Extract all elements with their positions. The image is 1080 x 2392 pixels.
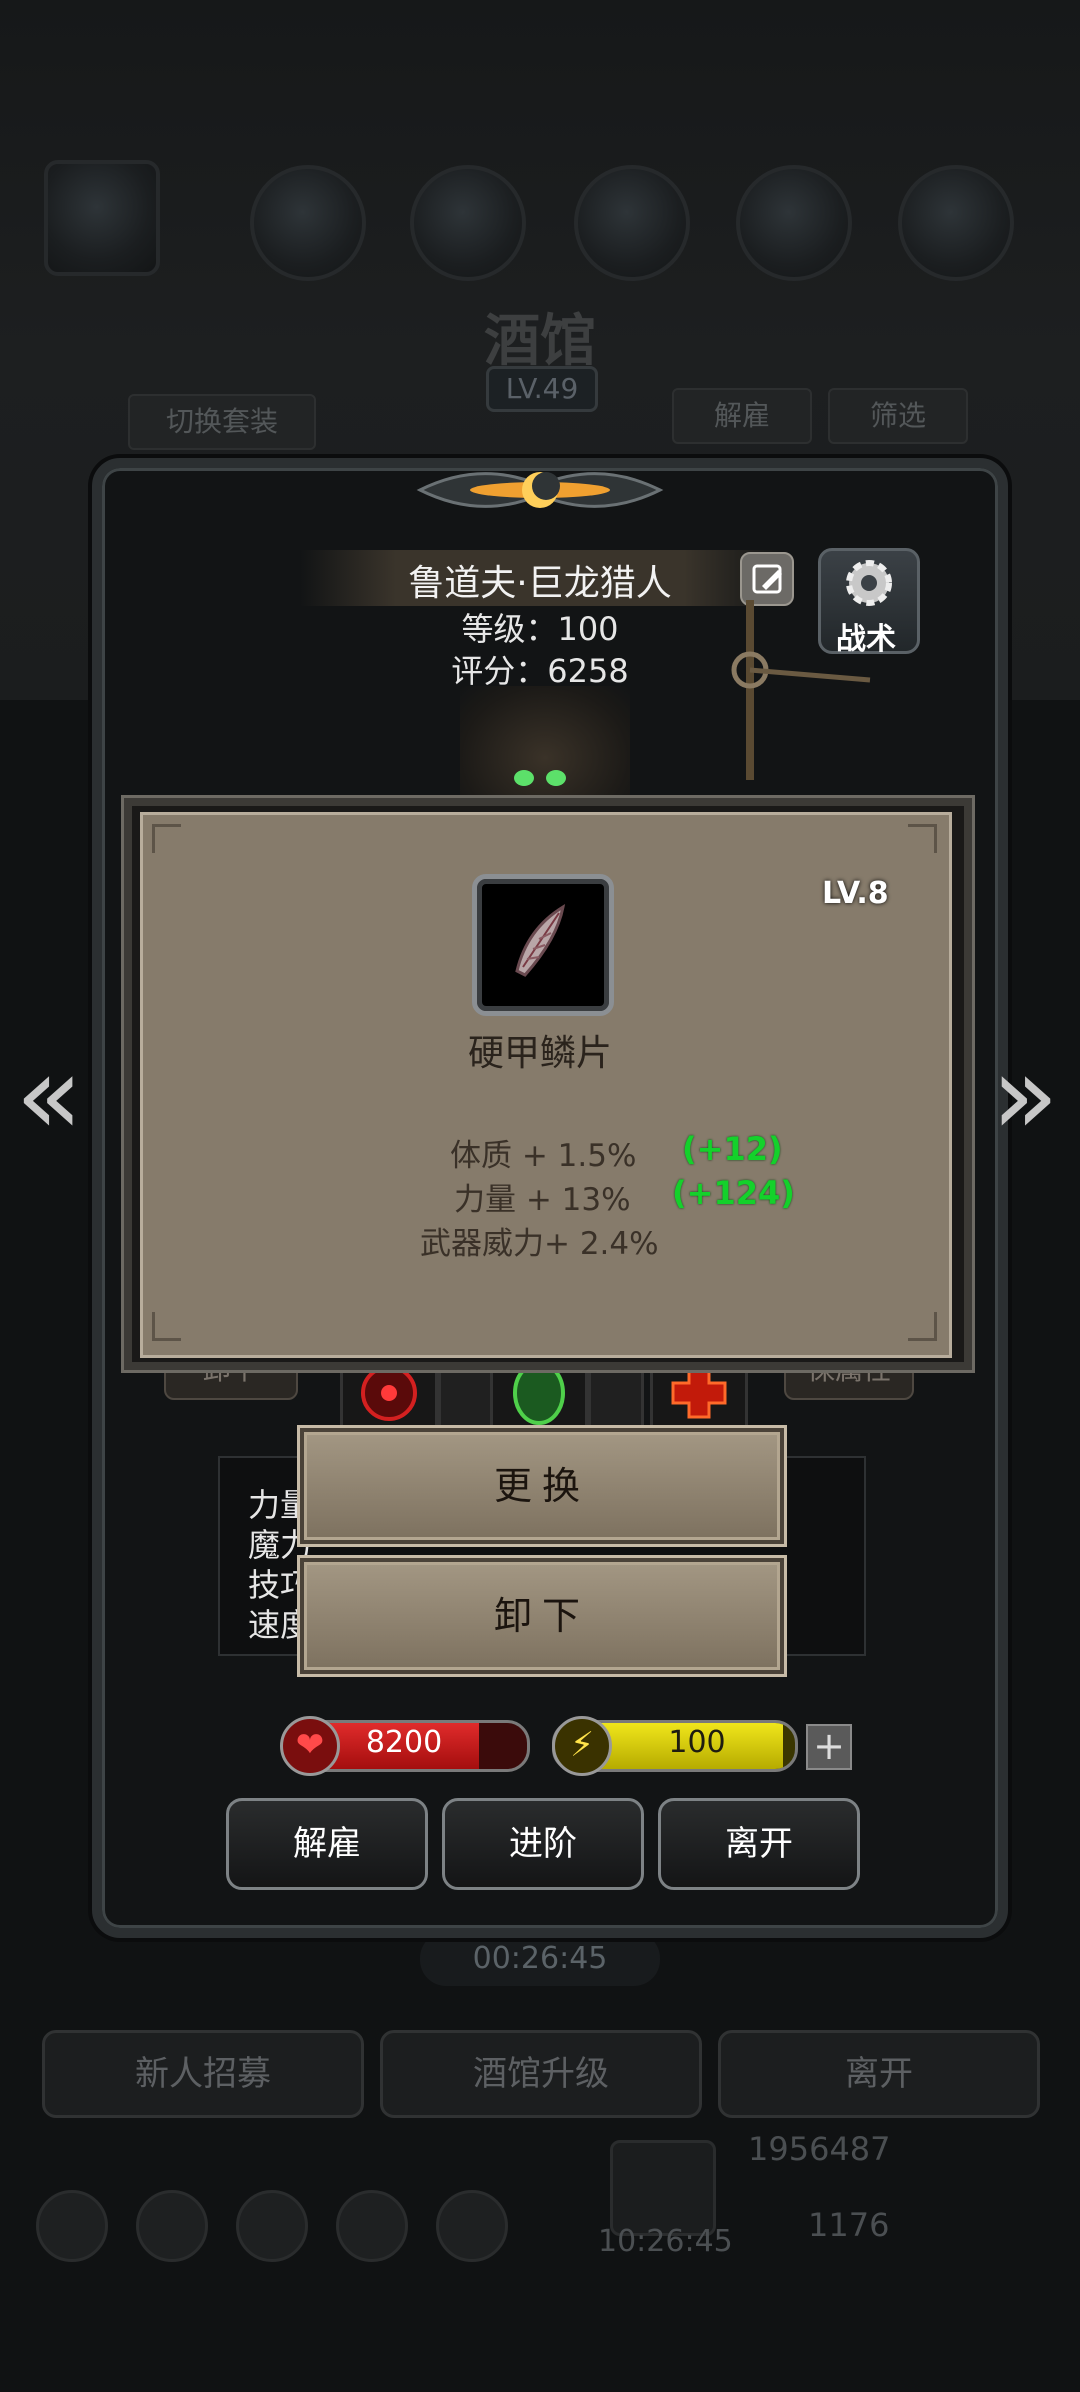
hero-crossbow: [731, 600, 871, 780]
bottom-menu-icon-1[interactable]: [36, 2190, 108, 2262]
recruit-button[interactable]: 新人招募: [42, 2030, 364, 2118]
tavern-upgrade-button[interactable]: 酒馆升级: [380, 2030, 702, 2118]
popup-corner-bl: [152, 1312, 181, 1341]
popup-corner-tl: [152, 824, 181, 853]
item-name: 硬甲鳞片: [467, 1033, 612, 1074]
gem-amount: 1176: [808, 2206, 890, 2244]
gift-timer: 10:26:45: [598, 2224, 733, 2259]
item-stat-weapon-power: 武器威力+ 2.4%: [420, 1226, 659, 1262]
hero-level: 等级：100: [461, 610, 619, 648]
tavern-leave-button[interactable]: 离开: [718, 2030, 1040, 2118]
leave-panel-button[interactable]: 离开: [658, 1798, 860, 1890]
item-stat-strength-bonus: (+124): [672, 1174, 795, 1212]
dismiss-hero-button[interactable]: 解雇: [226, 1798, 428, 1890]
item-stat-strength: 力量 + 13%: [454, 1182, 631, 1218]
panel-ornament: [416, 472, 664, 508]
item-stat-constitution-bonus: (+12): [682, 1130, 783, 1168]
menu-icon-1: [44, 160, 160, 276]
item-level: LV.8: [822, 876, 889, 911]
menu-icon-6: [898, 165, 1014, 281]
advance-button[interactable]: 进阶: [442, 1798, 644, 1890]
prev-hero-arrow[interactable]: «: [14, 1040, 84, 1150]
hero-portrait: [460, 686, 630, 806]
pencil-icon: [752, 564, 782, 594]
popup-corner-br: [908, 1312, 937, 1341]
switch-outfit-button[interactable]: 切换套装: [128, 394, 316, 450]
menu-icon-3: [410, 165, 526, 281]
bottom-menu-icon-5[interactable]: [436, 2190, 508, 2262]
menu-icon-2: [250, 165, 366, 281]
replace-button[interactable]: 更换: [300, 1428, 784, 1544]
gift-box-icon[interactable]: [610, 2140, 716, 2236]
add-energy-button[interactable]: +: [806, 1724, 852, 1770]
item-stat-constitution: 体质 + 1.5%: [450, 1138, 637, 1174]
hero-eye-right: [546, 770, 566, 786]
next-hero-arrow[interactable]: »: [990, 1040, 1060, 1150]
bottom-menu-icon-4[interactable]: [336, 2190, 408, 2262]
hero-eye-left: [514, 770, 534, 786]
heart-icon: ❤: [280, 1716, 340, 1776]
tavern-timer: 00:26:45: [420, 1932, 660, 1986]
menu-icon-5: [736, 165, 852, 281]
scale-feather-icon: [515, 903, 566, 977]
hero-name: 鲁道夫·巨龙猎人: [408, 563, 672, 604]
tavern-level-badge: LV.49: [486, 366, 598, 412]
background-filter-button[interactable]: 筛选: [828, 388, 968, 444]
gold-amount: 1956487: [748, 2130, 891, 2168]
item-icon-frame: [472, 874, 614, 1016]
unequip-button[interactable]: 卸下: [300, 1558, 784, 1674]
menu-icon-4: [574, 165, 690, 281]
lightning-icon: ⚡: [552, 1716, 612, 1776]
bottom-menu-icon-2[interactable]: [136, 2190, 208, 2262]
bottom-menu-icon-3[interactable]: [236, 2190, 308, 2262]
popup-corner-tr: [908, 824, 937, 853]
background-dismiss-button[interactable]: 解雇: [672, 388, 812, 444]
tavern-title: 酒馆: [484, 308, 596, 374]
edit-name-button[interactable]: [740, 552, 794, 606]
